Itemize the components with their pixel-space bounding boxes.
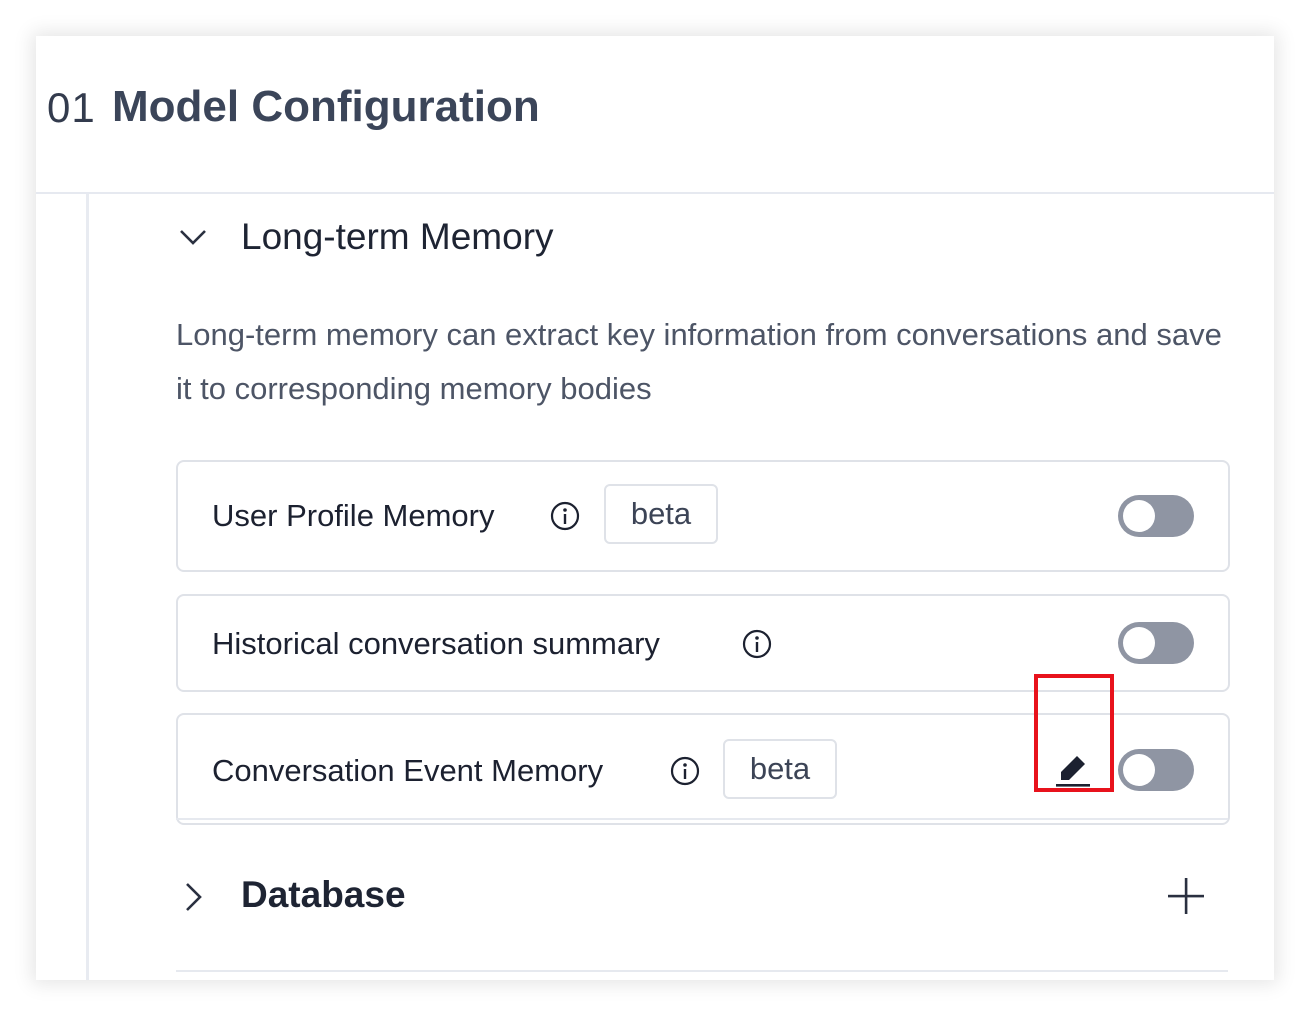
memory-card-label: Historical conversation summary — [212, 626, 660, 661]
section-number: 01 — [47, 84, 96, 131]
config-panel: 01 Model Configuration Long-term Memory … — [36, 36, 1274, 980]
long-term-memory-description: Long-term memory can extract key informa… — [176, 317, 1222, 406]
beta-badge: beta — [723, 739, 837, 799]
section-title: Model Configuration — [112, 82, 540, 131]
long-term-memory-toggle[interactable] — [176, 212, 210, 262]
info-icon[interactable] — [550, 501, 580, 531]
chevron-right-icon — [186, 883, 202, 911]
section-divider-line — [86, 194, 89, 980]
event-memory-switch[interactable] — [1118, 749, 1194, 791]
group-divider — [176, 970, 1228, 972]
memory-card-label: User Profile Memory — [212, 498, 495, 533]
highlight-box — [1034, 674, 1114, 792]
long-term-memory-title: Long-term Memory — [241, 216, 554, 257]
switch-knob — [1123, 754, 1155, 786]
switch-knob — [1123, 627, 1155, 659]
beta-badge: beta — [604, 484, 718, 544]
info-icon[interactable] — [742, 629, 772, 659]
section-header: 01 Model Configuration — [36, 36, 1274, 194]
info-icon[interactable] — [670, 756, 700, 786]
memory-card-label: Conversation Event Memory — [212, 753, 604, 788]
memory-card-user-profile: User Profile Memory beta — [176, 460, 1230, 572]
group-divider — [176, 818, 1228, 820]
historical-summary-switch[interactable] — [1118, 622, 1194, 664]
chevron-down-icon — [180, 230, 206, 245]
user-profile-memory-switch[interactable] — [1118, 495, 1194, 537]
database-title: Database — [241, 874, 406, 915]
database-toggle[interactable] — [176, 872, 210, 922]
switch-knob — [1123, 500, 1155, 532]
plus-icon[interactable] — [1166, 876, 1206, 916]
